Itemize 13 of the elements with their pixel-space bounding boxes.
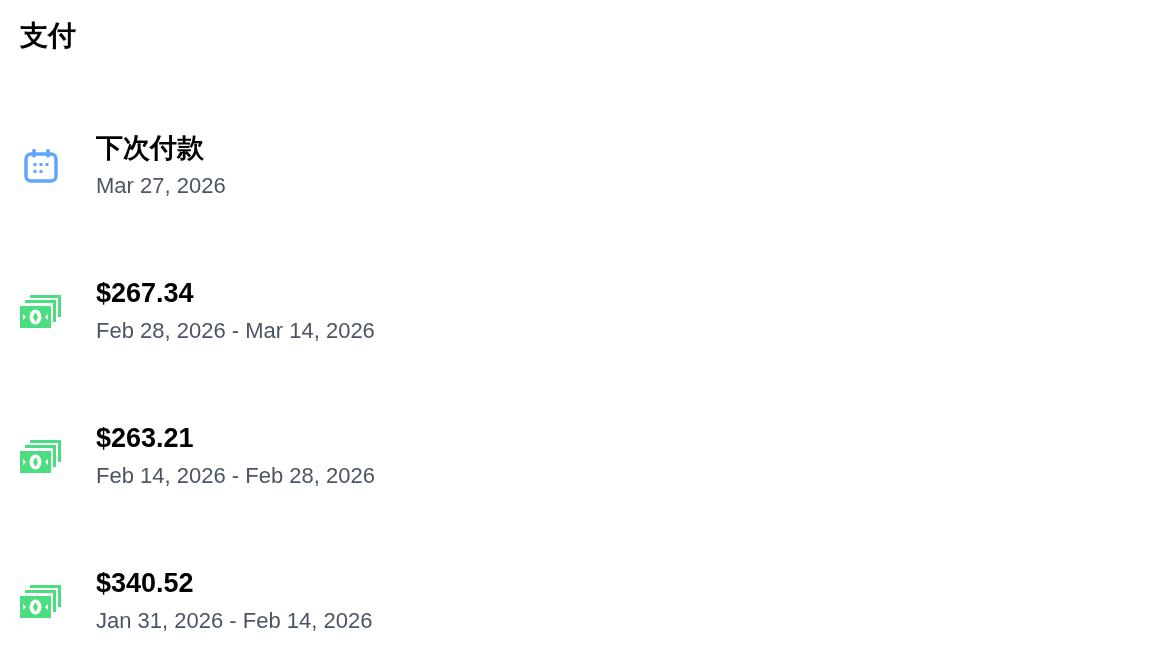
- page-title: 支付: [20, 20, 76, 52]
- cash-icon: [20, 584, 61, 618]
- cash-icon: [20, 439, 61, 473]
- payment-date: Mar 27, 2026: [96, 172, 226, 200]
- cash-icon: [20, 294, 61, 328]
- calendar-icon: [23, 149, 58, 183]
- payment-amount: $263.21: [96, 422, 195, 454]
- date-range: Jan 31, 2026 - Feb 14, 2026: [96, 607, 373, 635]
- payment-amount: $267.34: [96, 277, 195, 309]
- date-range: Feb 28, 2026 - Mar 14, 2026: [96, 317, 375, 345]
- date-range: Feb 14, 2026 - Feb 28, 2026: [96, 462, 375, 490]
- payment-label: 下次付款: [96, 132, 205, 164]
- payment-amount: $340.52: [96, 567, 195, 599]
